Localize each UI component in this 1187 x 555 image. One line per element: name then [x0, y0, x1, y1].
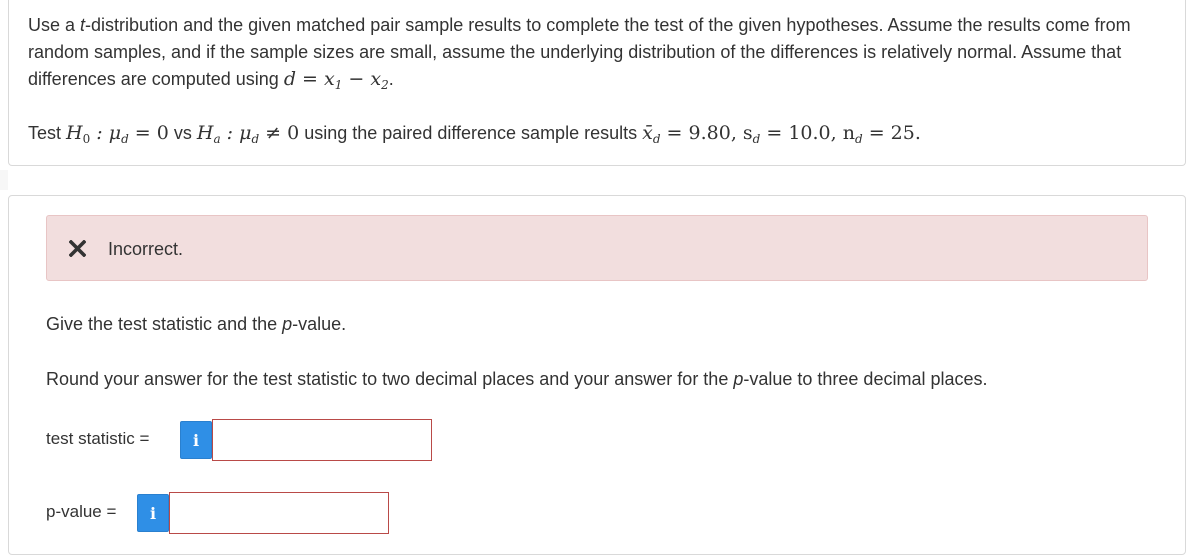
s-value: = 10.0, n [760, 122, 855, 144]
instruction-round-b: -value to three decimal places. [743, 369, 988, 389]
test-word: Test [28, 123, 67, 143]
diff-formula-text: d = x [283, 68, 335, 90]
xbar-value: = 9.80, s [660, 122, 753, 144]
intro-text-b: -distribution and the given matched pair… [28, 15, 1131, 89]
info-icon: i [192, 430, 200, 450]
p-value-info-button[interactable]: i [137, 494, 169, 532]
h0-mu-subscript: d [121, 132, 129, 146]
instruction-round-a: Round your answer for the test statistic… [46, 369, 734, 389]
instruction-round: Round your answer for the test statistic… [46, 367, 987, 391]
instruction-give: Give the test statistic and the p-value. [46, 312, 346, 336]
hypothesis-statement: Test H0 : μd = 0 vs Ha : μd ≠ 0 using th… [28, 120, 1168, 147]
test-statistic-input[interactable] [212, 419, 432, 461]
ha-value: ≠ 0 [259, 122, 300, 144]
feedback-banner: Incorrect. [46, 215, 1148, 281]
info-icon: i [149, 503, 157, 523]
answer-panel: Incorrect. Give the test statistic and t… [8, 195, 1186, 555]
feedback-status-text: Incorrect. [108, 239, 184, 259]
instruction-give-p: p [282, 314, 293, 334]
ha-mu-subscript: d [251, 132, 260, 146]
ha-mu: : μ [220, 122, 252, 144]
intro-period: . [388, 69, 394, 89]
using-text: using the paired difference sample resul… [299, 123, 643, 143]
null-hypothesis: H0 : μd = 0 [66, 122, 169, 146]
p-value-label: p-value = [46, 502, 117, 521]
vs-word: vs [168, 123, 197, 143]
instruction-round-p: p [733, 369, 744, 389]
h0-value: = 0 [128, 122, 169, 144]
minus-x2: − x [342, 68, 382, 90]
instruction-give-b: -value. [292, 314, 347, 334]
panel-gap [0, 170, 8, 190]
xbar-subscript: d [652, 132, 661, 146]
x2-subscript: 2 [381, 78, 389, 92]
question-panel: Use a t-distribution and the given match… [8, 0, 1186, 166]
x-mark-icon [69, 240, 86, 257]
n-subscript: d [854, 132, 863, 146]
xbar-symbol: x̄ [642, 122, 653, 144]
difference-formula: d = x1 − x2 [283, 68, 389, 92]
alternative-hypothesis: Ha : μd ≠ 0 [196, 122, 300, 146]
h0-symbol: H [66, 122, 83, 144]
instruction-give-a: Give the test statistic and the [46, 314, 283, 334]
ha-subscript: a [213, 132, 221, 146]
intro-text-a: Use a [28, 15, 81, 35]
ha-symbol: H [196, 122, 214, 144]
h0-mu: : μ [90, 122, 122, 144]
p-value-input[interactable] [169, 492, 389, 534]
n-value: = 25. [862, 122, 921, 144]
test-statistic-label: test statistic = [46, 429, 150, 448]
sample-results: x̄d = 9.80, sd = 10.0, nd = 25. [642, 122, 921, 146]
question-intro: Use a t-distribution and the given match… [28, 12, 1158, 93]
test-statistic-info-button[interactable]: i [180, 421, 212, 459]
